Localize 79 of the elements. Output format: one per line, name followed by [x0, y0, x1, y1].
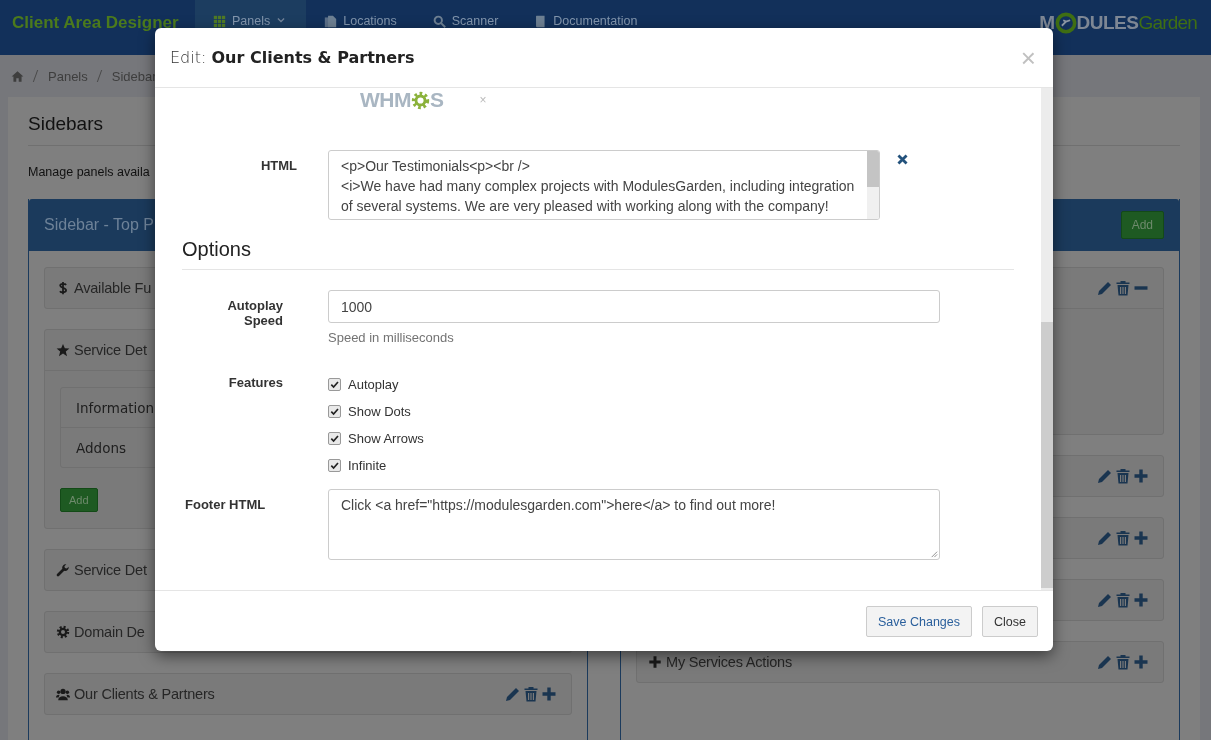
trash-icon [1115, 530, 1131, 546]
nav-link[interactable]: Scanner [414, 0, 517, 55]
wrench-icon [56, 563, 70, 577]
field-label: Footer HTML [185, 496, 267, 514]
panel-item[interactable]: Our Clients & Partners [44, 673, 572, 715]
save-button[interactable]: Save Changes [866, 606, 973, 637]
book-icon [534, 15, 548, 28]
footer-html-field[interactable]: Click <a href="https://modulesgarden.com">here</a> to find out more! [328, 489, 940, 560]
checkbox-label: Autoplay [348, 376, 399, 392]
scrollbar[interactable] [1041, 88, 1053, 590]
logo-gear-icon [411, 90, 430, 110]
field-label: HTML [259, 157, 297, 175]
html-field[interactable]: <p>Our Testimonials<p><br /> <i>We have had many complex projects with ModulesGarden, including integration of several systems. We are very pleased with working along with the company! [328, 150, 880, 220]
panel-title: Sidebar - Top P [44, 216, 154, 234]
help-text: Speed in milliseconds [328, 330, 455, 345]
gear-icon [56, 625, 70, 639]
breadcrumb-link[interactable]: Sidebar [111, 68, 157, 84]
plus-icon [1133, 530, 1149, 546]
add-button[interactable]: Add [60, 488, 98, 512]
field-label: Autoplay Speed [226, 297, 283, 330]
logo-text: S [430, 88, 444, 112]
star-icon [56, 343, 70, 357]
search-icon [432, 15, 446, 28]
checkbox-label: Show Dots [348, 403, 411, 419]
item-label: My Services Actions [666, 654, 792, 670]
checkbox[interactable] [328, 404, 341, 418]
scrollbar-thumb[interactable] [1041, 322, 1053, 588]
scrollbar[interactable] [867, 151, 879, 219]
dollar-icon [56, 281, 70, 295]
pencil-icon [1097, 654, 1113, 670]
pencil-icon [1097, 468, 1113, 484]
pencil-icon [505, 686, 521, 702]
checkbox[interactable] [328, 458, 341, 472]
users-icon [56, 687, 70, 701]
logo-text: WHM [360, 88, 411, 112]
plus-icon [1133, 654, 1149, 670]
checkbox[interactable] [328, 377, 341, 391]
item-label: Our Clients & Partners [74, 686, 215, 702]
trash-icon [523, 686, 539, 702]
pencil-icon [1097, 530, 1113, 546]
breadcrumb-link[interactable]: Panels [48, 68, 88, 84]
remove-image-button[interactable]: × [479, 93, 487, 107]
speed-input[interactable]: 1000 [328, 290, 940, 323]
checkbox-label: Infinite [348, 457, 387, 473]
pencil-icon [1097, 280, 1113, 296]
brand-title: Client Area Designer [12, 13, 180, 33]
plus-icon [648, 655, 662, 669]
files-icon [324, 15, 338, 28]
trash-icon [1115, 280, 1131, 296]
home-link[interactable] [11, 69, 24, 83]
plus-icon [1133, 592, 1149, 608]
nav-link[interactable]: Documentation [516, 0, 656, 55]
logo-text: Garden [1138, 15, 1197, 31]
scrollbar-thumb[interactable] [867, 151, 879, 187]
item-label: Service Det [74, 562, 147, 578]
item-label: Available Fu [74, 280, 152, 296]
caret-icon [276, 15, 287, 25]
item-label: Service Det [74, 342, 147, 358]
page-description: Manage panels availa [28, 165, 150, 179]
remove-icon [896, 152, 909, 166]
section-heading: Options [182, 238, 1014, 270]
checkbox-label: Show Arrows [348, 430, 424, 446]
pencil-icon [1097, 592, 1113, 608]
item-label: Domain De [74, 624, 145, 640]
checkbox[interactable] [328, 431, 341, 445]
trash-icon [1115, 468, 1131, 484]
close-button[interactable]: Close [982, 606, 1038, 637]
plus-icon [1133, 468, 1149, 484]
logo-text: M [1039, 15, 1055, 31]
resize-grip-icon[interactable] [929, 549, 938, 558]
grid-icon [213, 15, 226, 28]
trash-icon [1115, 654, 1131, 670]
home-icon [11, 69, 24, 83]
plus-icon [541, 686, 557, 702]
field-label: Features [227, 375, 283, 392]
leaf-ring-icon [1054, 12, 1077, 34]
logo-text: DULES [1076, 15, 1139, 31]
trash-icon [1115, 592, 1131, 608]
add-button[interactable]: Add [1120, 211, 1164, 239]
